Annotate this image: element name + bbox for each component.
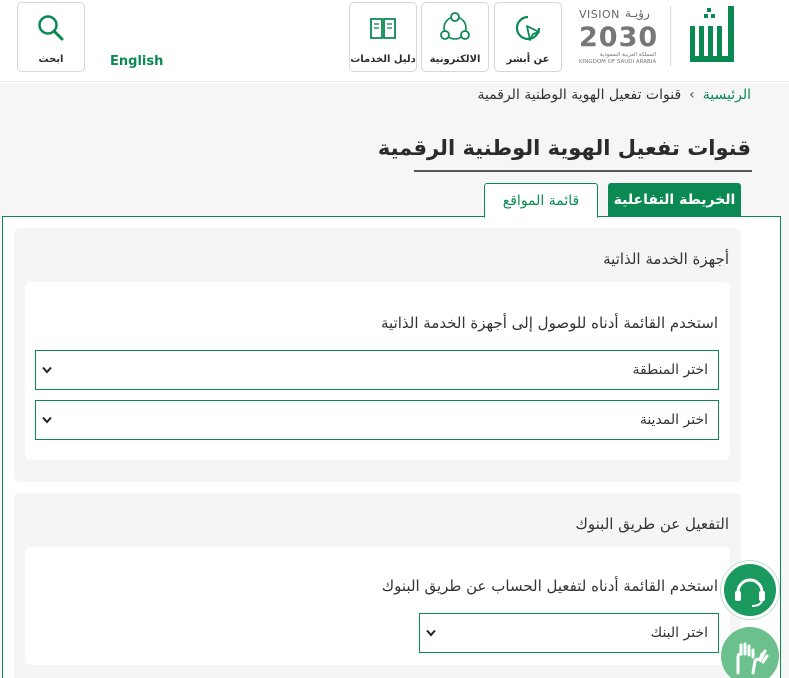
breadcrumb: الرئيسية › قنوات تفعيل الهوية الوطنية الرق… <box>477 87 751 103</box>
banks-card: التفعيل عن طريق البنوك استخدم القائمة أد… <box>14 493 741 678</box>
banks-instruction: استخدم القائمة أدناه لتفعيل الحساب عن طر… <box>381 577 718 595</box>
city-select[interactable]: اختر المدينة <box>35 400 719 440</box>
book-icon <box>350 10 416 46</box>
page-title: قنوات تفعيل الهوية الوطنية الرقمية <box>377 136 751 160</box>
services-guide-label: دليل الخدمات <box>350 54 416 65</box>
electronic-services-button[interactable]: الالكترونية <box>421 2 489 72</box>
self-service-title: أجهزة الخدمة الذاتية <box>603 250 729 268</box>
tab-locations-list[interactable]: قائمة المواقع <box>484 183 598 218</box>
electronic-services-label: الالكترونية <box>429 54 481 65</box>
sign-language-hands-icon <box>736 642 769 675</box>
chevron-down-icon <box>42 416 52 424</box>
logo-divider <box>670 6 671 66</box>
site-header: ابحث English دليل الخدمات الالكترونية عن… <box>0 0 789 82</box>
headset-icon <box>735 578 765 607</box>
sign-language-button[interactable] <box>721 627 779 678</box>
absher-logo[interactable] <box>684 4 744 70</box>
breadcrumb-current: قنوات تفعيل الهوية الوطنية الرقمية <box>477 87 682 103</box>
vision-2030-logo: VISION رؤيـة 2030 المملكة العربية السعود… <box>579 6 659 65</box>
bank-select[interactable]: اختر البنك <box>419 613 719 653</box>
banks-inner: استخدم القائمة أدناه لتفعيل الحساب عن طر… <box>25 547 730 665</box>
region-select[interactable]: اختر المنطقة <box>35 350 719 390</box>
tab-interactive-map[interactable]: الخريطة التفاعلية <box>608 183 741 217</box>
services-guide-button[interactable]: دليل الخدمات <box>349 2 417 72</box>
tab-panel: أجهزة الخدمة الذاتية استخدم القائمة أدنا… <box>2 216 781 678</box>
about-absher-button[interactable]: عن أبشر <box>494 2 562 72</box>
title-underline <box>414 170 752 172</box>
pointer-circle-icon <box>495 10 561 46</box>
breadcrumb-home[interactable]: الرئيسية <box>703 87 751 103</box>
language-link-english[interactable]: English <box>110 54 163 69</box>
search-label: ابحث <box>38 54 64 65</box>
chevron-down-icon <box>42 366 52 374</box>
share-network-icon <box>422 10 488 46</box>
search-button[interactable]: ابحث <box>17 2 85 72</box>
breadcrumb-separator-icon: › <box>689 87 695 103</box>
self-service-inner: استخدم القائمة أدناه للوصول إلى أجهزة ال… <box>25 282 730 460</box>
support-chat-button[interactable] <box>721 561 779 619</box>
search-icon <box>18 10 84 46</box>
chevron-down-icon <box>426 629 436 637</box>
self-service-card: أجهزة الخدمة الذاتية استخدم القائمة أدنا… <box>14 228 741 482</box>
about-absher-label: عن أبشر <box>506 54 550 65</box>
banks-title: التفعيل عن طريق البنوك <box>575 515 729 533</box>
self-service-instruction: استخدم القائمة أدناه للوصول إلى أجهزة ال… <box>380 314 718 332</box>
